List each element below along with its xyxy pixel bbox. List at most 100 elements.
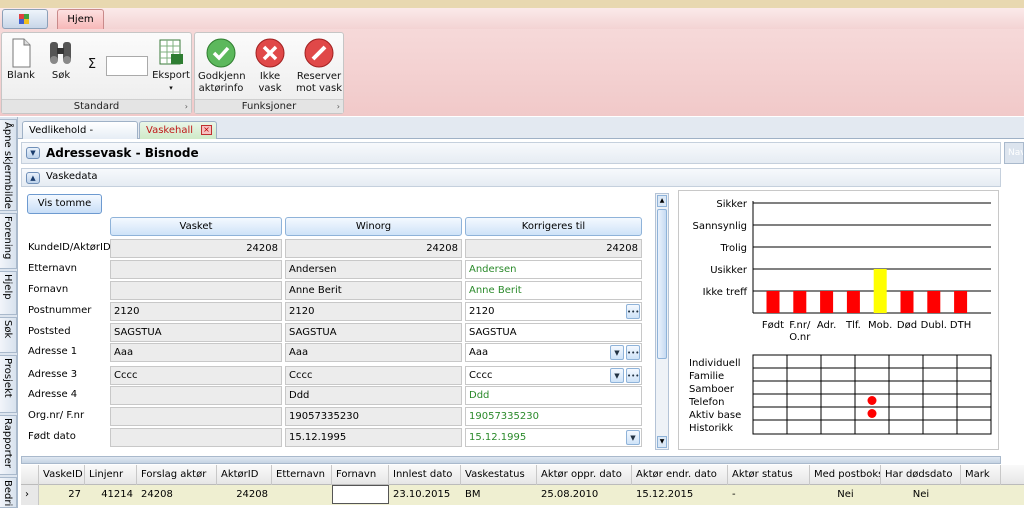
eksport-button[interactable]: Eksport ▾	[152, 38, 190, 94]
column-header[interactable]: Aktør status	[728, 465, 810, 485]
chart-bar	[846, 291, 860, 313]
dialog-launcher-icon[interactable]: ›	[337, 100, 340, 113]
winorg-value: Aaa	[285, 343, 462, 362]
dropdown-arrow-icon[interactable]: ▼	[610, 345, 624, 360]
ikke-vask-button[interactable]: Ikke vask	[247, 37, 293, 95]
cell-text: 2120	[469, 306, 495, 317]
table-cell[interactable]: BM	[461, 485, 537, 505]
side-tab-label: Prosjekt	[2, 358, 13, 398]
table-cell[interactable]: 24208	[217, 485, 272, 505]
column-header[interactable]: Innlest dato	[389, 465, 461, 485]
side-tab-sok[interactable]: Søk	[0, 317, 17, 353]
category-label: Død	[897, 320, 917, 331]
column-header[interactable]: Vaskestatus	[461, 465, 537, 485]
ellipsis-button-icon[interactable]: •••	[626, 345, 640, 360]
cell-text: Cccc	[289, 370, 313, 381]
column-header[interactable]: Mark	[961, 465, 1001, 485]
vis-tomme-button[interactable]: Vis tomme	[27, 194, 102, 214]
grid-header: VaskeID Linjenr Forslag aktør AktørID Ettern…	[21, 465, 1024, 485]
table-cell[interactable]: 27	[39, 485, 85, 505]
column-header[interactable]: Forslag aktør	[137, 465, 217, 485]
dialog-launcher-icon[interactable]: ›	[185, 100, 188, 113]
side-tab-prosjekt[interactable]: Prosjekt	[0, 355, 17, 413]
dropdown-arrow-icon: ▾	[169, 84, 173, 92]
table-cell[interactable]: 23.10.2015	[389, 485, 461, 505]
dropdown-arrow-icon[interactable]: ▼	[626, 430, 640, 445]
table-cell[interactable]: 15.12.2015	[632, 485, 728, 505]
table-cell[interactable]: 25.08.2010	[537, 485, 632, 505]
tab-vaskehall[interactable]: Vaskehall ×	[139, 121, 217, 139]
sum-field[interactable]	[106, 56, 148, 76]
row-label: Født dato	[28, 431, 76, 442]
form-scrollbar[interactable]: ▲ ▼	[655, 193, 669, 450]
korrigeres-field[interactable]: 24208	[465, 239, 642, 258]
table-cell[interactable]	[332, 485, 389, 504]
tab-vedlikehold-rolletype[interactable]: Vedlikehold - Rolletype	[22, 121, 138, 153]
godkjenn-button[interactable]: Godkjenn aktørinfo	[198, 37, 246, 95]
column-header[interactable]: Med postboks	[810, 465, 881, 485]
tab-hjem[interactable]: Hjem	[57, 9, 104, 29]
korrigeres-field[interactable]: SAGSTUA	[465, 323, 642, 342]
korrigeres-field[interactable]: Anne Berit	[465, 281, 642, 300]
table-cell[interactable]: 41214	[85, 485, 137, 505]
scroll-down-icon[interactable]: ▼	[657, 436, 667, 448]
expand-chevron-icon[interactable]: ▲	[26, 172, 40, 184]
app-menu-button[interactable]	[2, 9, 48, 29]
cell-text: 15.12.1995	[469, 432, 527, 443]
chart-bar	[954, 291, 968, 313]
blank-button[interactable]: Blank	[5, 38, 37, 82]
side-tab-rapporter[interactable]: Rapporter	[0, 415, 17, 475]
chart-bar	[793, 291, 807, 313]
category-label: Mob.	[868, 320, 892, 331]
side-tab-apne[interactable]: Åpne skjermbilde	[0, 119, 17, 211]
dropdown-arrow-icon[interactable]: ▼	[610, 368, 624, 383]
close-tab-icon[interactable]: ×	[201, 125, 212, 135]
chart-bar	[873, 269, 887, 313]
column-header[interactable]: Aktør endr. dato	[632, 465, 728, 485]
column-header[interactable]: Har dødsdato	[881, 465, 961, 485]
right-nav-tab[interactable]: Nav	[1004, 142, 1024, 164]
column-header[interactable]: Linjenr	[85, 465, 137, 485]
table-cell[interactable]: 24208	[137, 485, 217, 505]
side-tab-bedrift[interactable]: Bedri	[0, 477, 17, 508]
table-cell[interactable]: Nei	[810, 485, 881, 505]
table-cell[interactable]: -	[728, 485, 810, 505]
reserver-button[interactable]: Reserver mot vask	[296, 37, 342, 95]
korrigeres-field[interactable]: 2120 •••	[465, 302, 642, 321]
table-cell[interactable]	[272, 485, 332, 505]
scroll-up-icon[interactable]: ▲	[657, 195, 667, 207]
korrigeres-field[interactable]: 15.12.1995 ▼	[465, 428, 642, 447]
category-label: DTH	[950, 320, 971, 331]
column-header[interactable]: Fornavn	[332, 465, 389, 485]
ellipsis-button-icon[interactable]: •••	[626, 368, 640, 383]
winorg-value: 2120	[285, 302, 462, 321]
korrigeres-field[interactable]: Andersen	[465, 260, 642, 279]
side-tab-forening[interactable]: Forening	[0, 213, 17, 269]
table-cell[interactable]	[961, 485, 1001, 505]
column-header[interactable]: AktørID	[217, 465, 272, 485]
korrigeres-field[interactable]: Aaa ••• ▼	[465, 343, 642, 362]
grid-splitter[interactable]	[21, 456, 1001, 464]
matrix-row-label: Aktiv base	[689, 410, 741, 421]
ikke-vask-button-label: Ikke vask	[258, 71, 282, 94]
matrix-row-label: Familie	[689, 371, 724, 382]
ellipsis-button-icon[interactable]: •••	[626, 304, 640, 319]
korrigeres-field[interactable]: Ddd	[465, 386, 642, 405]
table-cell[interactable]: Nei	[881, 485, 961, 505]
sok-button[interactable]: Søk	[44, 38, 78, 82]
blank-button-label: Blank	[7, 70, 35, 81]
side-tab-label: Bedri	[2, 480, 13, 507]
scroll-thumb[interactable]	[657, 209, 667, 359]
winorg-value: Anne Berit	[285, 281, 462, 300]
row-selector-icon[interactable]: ›	[21, 485, 39, 505]
reserver-button-label: Reserver mot vask	[296, 71, 343, 94]
column-header[interactable]: Aktør oppr. dato	[537, 465, 632, 485]
column-header[interactable]: VaskeID	[39, 465, 85, 485]
korrigeres-field[interactable]: Cccc ••• ▼	[465, 366, 642, 385]
collapse-chevron-icon[interactable]: ▼	[26, 147, 40, 159]
korrigeres-field[interactable]: 19057335230	[465, 407, 642, 426]
column-header[interactable]: Etternavn	[272, 465, 332, 485]
table-row[interactable]: › 27 41214 24208 24208 23.10.2015 BM 25.08.2010…	[21, 485, 1024, 505]
ribbon-group-standard: Blank Søk Σ Eksport ▾ Standard ›	[1, 32, 192, 114]
side-tab-hjelp[interactable]: Hjelp	[0, 271, 17, 315]
